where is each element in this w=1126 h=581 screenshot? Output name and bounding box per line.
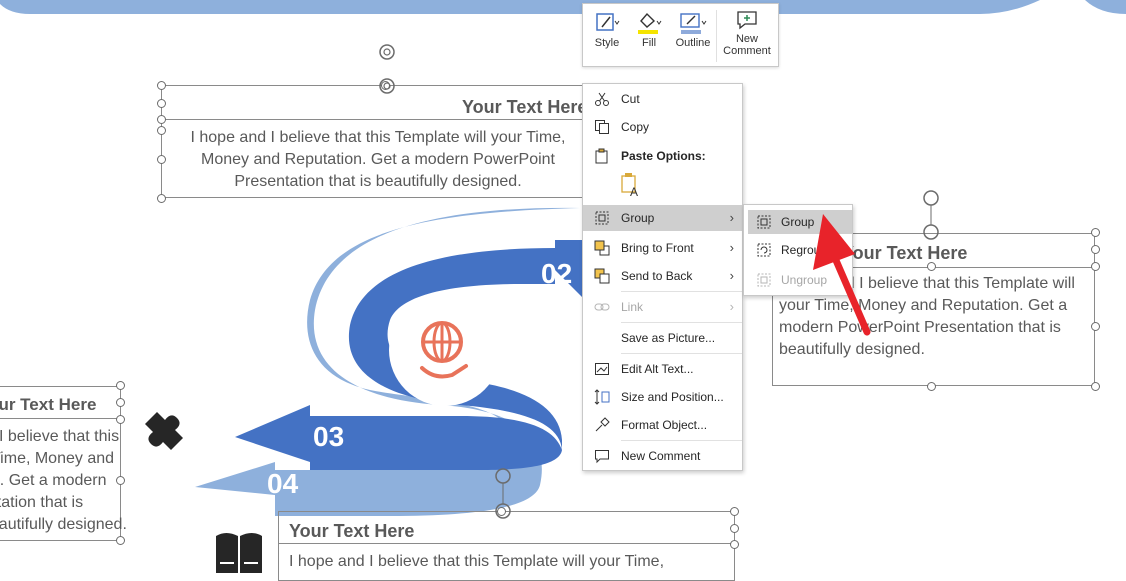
new-comment-button[interactable]: New Comment xyxy=(719,6,775,62)
menu-label-edit-alt-text: Edit Alt Text... xyxy=(621,362,694,376)
mini-toolbar: Style Fill Outline New Comment xyxy=(582,3,779,67)
slide-canvas[interactable]: 02 03 04 Your Text Here I hope and I bel… xyxy=(0,0,1126,581)
puzzle-icon xyxy=(145,412,183,450)
menu-item-cut[interactable]: Cut xyxy=(583,86,742,112)
outline-pen-icon xyxy=(680,13,707,34)
submenu-arrow-icon: › xyxy=(729,299,734,314)
style-icon xyxy=(596,13,620,31)
menu-label-paste-options: Paste Options: xyxy=(621,149,706,163)
style-button[interactable]: Style xyxy=(589,8,625,64)
menu-item-copy[interactable]: Copy xyxy=(583,114,742,140)
paste-options-header: Paste Options: xyxy=(583,143,742,169)
svg-text:A: A xyxy=(630,185,638,198)
ungroup-icon xyxy=(757,273,771,287)
comment-plus-icon xyxy=(737,11,757,30)
submenu-arrow-icon: › xyxy=(729,240,734,255)
submenu-arrow-icon: › xyxy=(729,268,734,283)
book-icon xyxy=(216,533,262,573)
menu-item-edit-alt-text[interactable]: Edit Alt Text... xyxy=(583,356,742,382)
size-position-icon xyxy=(594,389,610,405)
step-02-label: 02 xyxy=(541,258,573,289)
step-04-label: 04 xyxy=(267,468,299,499)
menu-item-new-comment[interactable]: New Comment xyxy=(583,443,742,469)
send-to-back-icon xyxy=(594,268,610,284)
menu-label-group: Group xyxy=(621,211,655,225)
menu-label-copy: Copy xyxy=(621,120,650,134)
fill-button[interactable]: Fill xyxy=(631,8,667,64)
submenu-arrow-icon: › xyxy=(729,210,734,225)
menu-label-format-object: Format Object... xyxy=(621,418,708,432)
context-menu: Cut Copy Paste Options: A Group › Bring … xyxy=(582,83,743,471)
menu-item-send-to-back[interactable]: Send to Back › xyxy=(583,263,742,289)
top-box-title: Your Text Here xyxy=(462,97,588,117)
outline-button[interactable]: Outline xyxy=(671,8,715,64)
top-banner-shape xyxy=(0,0,1126,14)
paste-keep-text-icon[interactable]: A xyxy=(620,172,642,198)
menu-item-size-and-position[interactable]: Size and Position... xyxy=(583,384,742,410)
bottom-box-body: I hope and I believe that this Template … xyxy=(289,553,665,570)
menu-item-group[interactable]: Group › xyxy=(583,205,742,231)
rotate-handle-right-icon[interactable] xyxy=(919,188,943,244)
link-icon xyxy=(594,303,610,311)
process-graphic xyxy=(195,207,585,516)
fill-label: Fill xyxy=(641,37,657,49)
menu-label-save-as-picture: Save as Picture... xyxy=(621,331,716,345)
outline-label: Outline xyxy=(675,37,711,49)
fill-bucket-icon xyxy=(638,12,662,34)
group-icon xyxy=(595,211,609,225)
menu-label-size-and-position: Size and Position... xyxy=(621,390,724,404)
menu-label-cut: Cut xyxy=(621,92,640,106)
clipboard-icon xyxy=(595,148,608,164)
red-pointer-arrow xyxy=(813,214,871,336)
new-comment-label-1: New xyxy=(735,33,758,45)
menu-label-send-to-back: Send to Back xyxy=(621,269,693,283)
scissors-icon xyxy=(595,92,609,106)
left-box-title: Your Text Here xyxy=(0,395,97,414)
left-box-line-5: beautifully designed. xyxy=(0,516,127,533)
menu-item-link[interactable]: Link › xyxy=(583,294,742,320)
regroup-icon xyxy=(757,243,771,257)
menu-label-new-comment: New Comment xyxy=(621,449,701,463)
menu-label-link: Link xyxy=(621,300,644,314)
menu-item-bring-to-front[interactable]: Bring to Front › xyxy=(583,235,742,261)
bring-to-front-icon xyxy=(594,240,610,256)
left-box-line-2: Time, Money and xyxy=(0,450,115,467)
left-box-line-1: I believe that this xyxy=(0,428,120,445)
rotate-handle-bottom-icon[interactable] xyxy=(491,466,515,522)
format-brush-icon xyxy=(595,417,610,432)
comment-icon xyxy=(595,450,609,464)
menu-label-bring-to-front: Bring to Front xyxy=(621,241,694,255)
new-comment-label-2: Comment xyxy=(723,45,771,57)
rotate-handle-icon[interactable] xyxy=(376,41,398,97)
top-box-body: I hope and I believe that this Template … xyxy=(190,129,566,190)
left-box-line-3: tion. Get a modern xyxy=(0,472,107,489)
copy-icon xyxy=(595,120,609,134)
alt-text-icon xyxy=(595,363,609,375)
menu-item-save-as-picture[interactable]: Save as Picture... xyxy=(583,325,742,351)
left-box-line-4: sentation that is xyxy=(0,494,84,511)
group-icon xyxy=(757,215,771,229)
bottom-box-title: Your Text Here xyxy=(289,521,415,541)
menu-item-format-object[interactable]: Format Object... xyxy=(583,412,742,438)
step-03-label: 03 xyxy=(313,421,345,452)
style-label: Style xyxy=(594,37,620,49)
